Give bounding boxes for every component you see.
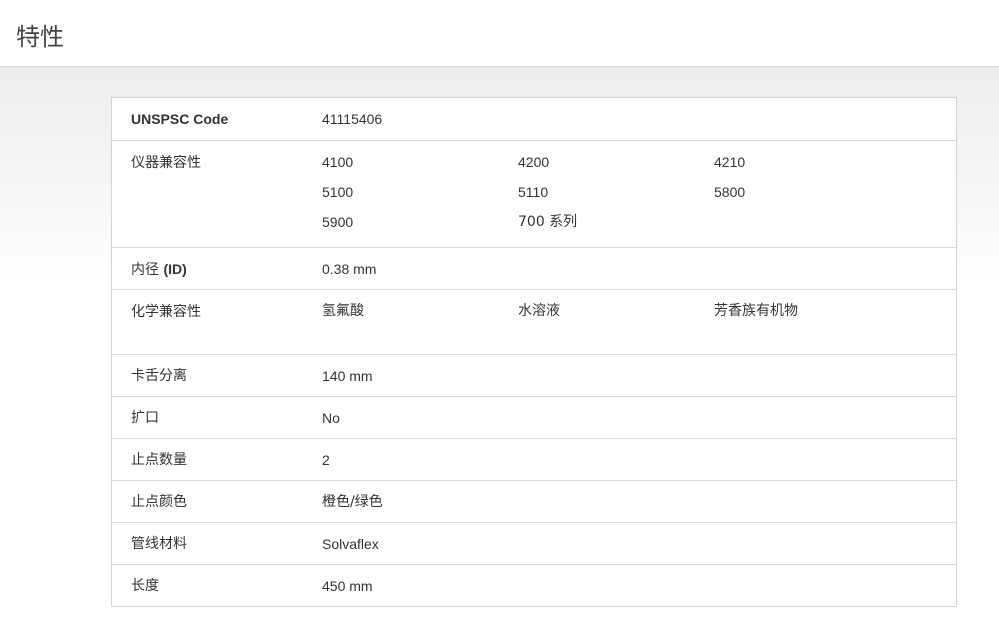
row-value: 450 mm xyxy=(322,578,373,594)
grid-cell: 水溶液 xyxy=(518,303,560,319)
table-row-flared: 扩口 No xyxy=(112,396,956,438)
page-title: 特性 xyxy=(16,23,64,51)
grid-cell: 芳香族有机物 xyxy=(714,303,798,319)
table-row-chemical-compat: 化学兼容性 氢氟酸 水溶液 芳香族有机物 xyxy=(112,289,956,354)
table-row-length: 长度 450 mm xyxy=(112,564,956,606)
grid-cell: 5800 xyxy=(714,184,746,200)
table-row-unspsc: UNSPSC Code 41115406 xyxy=(112,98,956,140)
grid-cell: 4210 xyxy=(714,154,746,170)
row-value: 41115406 xyxy=(322,111,383,127)
label-bold: (ID) xyxy=(163,261,187,277)
table-row-stop-count: 止点数量 2 xyxy=(112,438,956,480)
table-row-inner-diameter: 内径 (ID) 0.38 mm xyxy=(112,247,956,289)
grid-cell: 700 系列 xyxy=(518,214,578,230)
row-value: 140 mm xyxy=(322,368,373,384)
row-value: Solvaflex xyxy=(322,536,379,552)
value-grid: 4100 4200 4210 5100 5110 5800 5900 700 系… xyxy=(322,152,956,232)
content-area: UNSPSC Code 41115406 仪器兼容性 4100 4200 421… xyxy=(0,67,999,634)
grid-cell: 氢氟酸 xyxy=(322,303,364,319)
row-label: 止点数量 xyxy=(131,452,187,468)
properties-table: UNSPSC Code 41115406 仪器兼容性 4100 4200 421… xyxy=(111,97,957,607)
table-row-stop-color: 止点颜色 橙色/绿色 xyxy=(112,480,956,522)
grid-cell: 4200 xyxy=(518,154,550,170)
row-value: No xyxy=(322,410,340,426)
row-label: 止点颜色 xyxy=(131,494,187,510)
row-label: 管线材料 xyxy=(131,536,187,552)
grid-cell: 5110 xyxy=(518,184,549,200)
label-prefix: 内径 xyxy=(131,262,164,278)
row-label: 长度 xyxy=(131,578,159,594)
table-row-instrument-compat: 仪器兼容性 4100 4200 4210 5100 5110 5800 5900… xyxy=(112,140,956,247)
row-value: 0.38 mm xyxy=(322,261,377,277)
row-label: 卡舌分离 xyxy=(131,368,187,384)
row-label: 仪器兼容性 xyxy=(131,155,201,171)
page-header: 特性 xyxy=(0,0,999,67)
grid-cell: 4100 xyxy=(322,154,354,170)
row-value: 2 xyxy=(322,452,330,468)
row-value: 橙色/绿色 xyxy=(322,494,383,510)
grid-cell: 5900 xyxy=(322,214,354,230)
table-row-tubing-material: 管线材料 Solvaflex xyxy=(112,522,956,564)
row-label: 化学兼容性 xyxy=(131,304,201,320)
row-label: 内径 (ID) xyxy=(112,248,322,289)
grid-cell: 5100 xyxy=(322,184,354,200)
table-row-clamp-distance: 卡舌分离 140 mm xyxy=(112,354,956,396)
value-grid: 氢氟酸 水溶液 芳香族有机物 xyxy=(322,301,956,321)
row-label: UNSPSC Code xyxy=(131,111,229,127)
row-label: 扩口 xyxy=(131,410,159,426)
